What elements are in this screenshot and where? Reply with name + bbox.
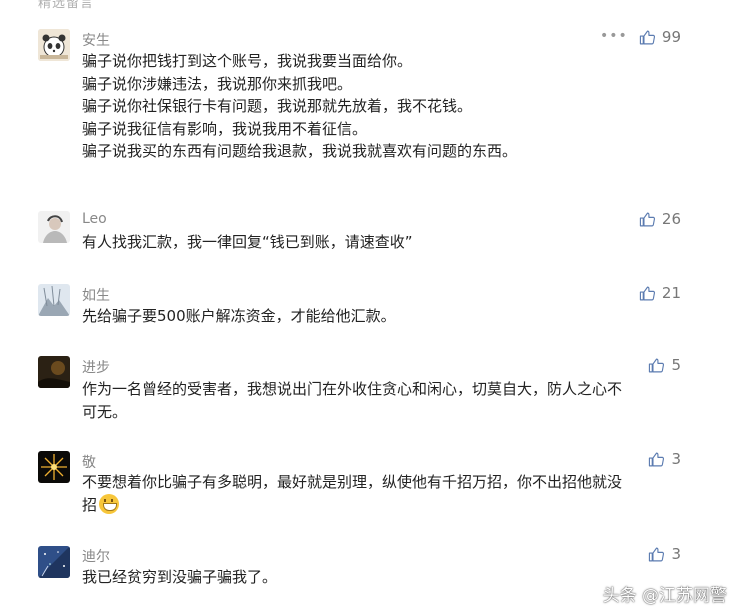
thumbs-up-icon	[639, 212, 655, 226]
like-button[interactable]: 3	[648, 545, 681, 563]
comment-author[interactable]: 安生	[82, 30, 110, 50]
grin-emoji-icon	[99, 493, 120, 514]
comment-line: 可无。	[82, 402, 128, 421]
avatar[interactable]	[38, 211, 70, 243]
thumbs-up-icon	[649, 547, 665, 561]
comment-author[interactable]: Leo	[82, 211, 107, 227]
firework-avatar-icon	[38, 451, 70, 483]
watermark-text: 头条 @江苏网警	[602, 586, 727, 606]
comment-line-text: 招	[82, 495, 98, 514]
comment-line: 作为一名曾经的受害者，我想说出门在外收住贪心和闲心，切莫自大，防人之心不	[82, 380, 623, 398]
like-count: 3	[671, 545, 681, 563]
thumbs-up-icon	[639, 30, 655, 44]
comment-author[interactable]: 进步	[82, 357, 110, 377]
like-button[interactable]: 26	[639, 210, 681, 228]
dark-photo-avatar-icon	[38, 356, 70, 388]
like-count: 26	[661, 210, 681, 228]
thumbs-up-icon	[649, 358, 665, 372]
like-button[interactable]: 5	[648, 356, 681, 374]
comment-author[interactable]: 迪尔	[82, 546, 110, 566]
comment-text: 不要想着你比骗子有多聪明，最好就是别理，纵使他有千招万招，你不出招他就没 招	[82, 471, 692, 516]
like-button[interactable]: 21	[639, 284, 681, 302]
comment-text: 先给骗子要500账户解冻资金，才能给他汇款。	[82, 305, 692, 328]
like-button[interactable]: 99	[639, 28, 681, 46]
comment-line: 骗子说你涉嫌违法，我说那你来抓我吧。	[82, 74, 353, 93]
comment-author[interactable]: 敬	[82, 452, 96, 472]
starry-sky-avatar-icon	[38, 546, 70, 578]
comment-line: 不要想着你比骗子有多聪明，最好就是别理，纵使他有千招万招，你不出招他就没	[82, 473, 623, 491]
comment-line: 有人找我汇款，我一律回复“钱已到账，请速查收”	[82, 233, 413, 251]
more-options-icon[interactable]: •••	[600, 28, 628, 44]
landscape-avatar-icon	[38, 284, 70, 316]
like-count: 3	[671, 450, 681, 468]
like-count: 5	[671, 356, 681, 374]
like-button[interactable]: 3	[648, 450, 681, 468]
comment-line: 骗子说你把钱打到这个账号，我说我要当面给你。	[82, 52, 413, 70]
comment-text: 有人找我汇款，我一律回复“钱已到账，请速查收”	[82, 231, 692, 254]
comment-line: 骗子说我征信有影响，我说我用不着征信。	[82, 119, 368, 138]
thumbs-up-icon	[649, 452, 665, 466]
avatar[interactable]	[38, 29, 70, 61]
avatar[interactable]	[38, 451, 70, 483]
comment-text: 骗子说你把钱打到这个账号，我说我要当面给你。 骗子说你涉嫌违法，我说那你来抓我吧…	[82, 50, 692, 163]
section-header-partial: 精选留言	[38, 0, 95, 11]
avatar[interactable]	[38, 546, 70, 578]
avatar[interactable]	[38, 284, 70, 316]
comment-line: 我已经贫穷到没骗子骗我了。	[82, 568, 278, 586]
comment-text: 作为一名曾经的受害者，我想说出门在外收住贪心和闲心，切莫自大，防人之心不 可无。	[82, 378, 692, 423]
comment-author[interactable]: 如生	[82, 285, 110, 305]
person-avatar-icon	[38, 211, 70, 243]
avatar[interactable]	[38, 356, 70, 388]
panda-avatar-icon	[38, 29, 70, 61]
comment-line: 招	[82, 493, 692, 517]
comment-line: 骗子说你社保银行卡有问题，我说那就先放着，我不花钱。	[82, 97, 473, 115]
watermark: 头条 @江苏网警	[603, 581, 727, 606]
comment-line: 骗子说我买的东西有问题给我退款，我说我就喜欢有问题的东西。	[82, 142, 518, 160]
thumbs-up-icon	[639, 286, 655, 300]
comment-text: 我已经贫穷到没骗子骗我了。	[82, 566, 692, 589]
like-count: 21	[661, 284, 681, 302]
comment-line: 先给骗子要500账户解冻资金，才能给他汇款。	[82, 307, 396, 325]
like-count: 99	[661, 28, 681, 46]
